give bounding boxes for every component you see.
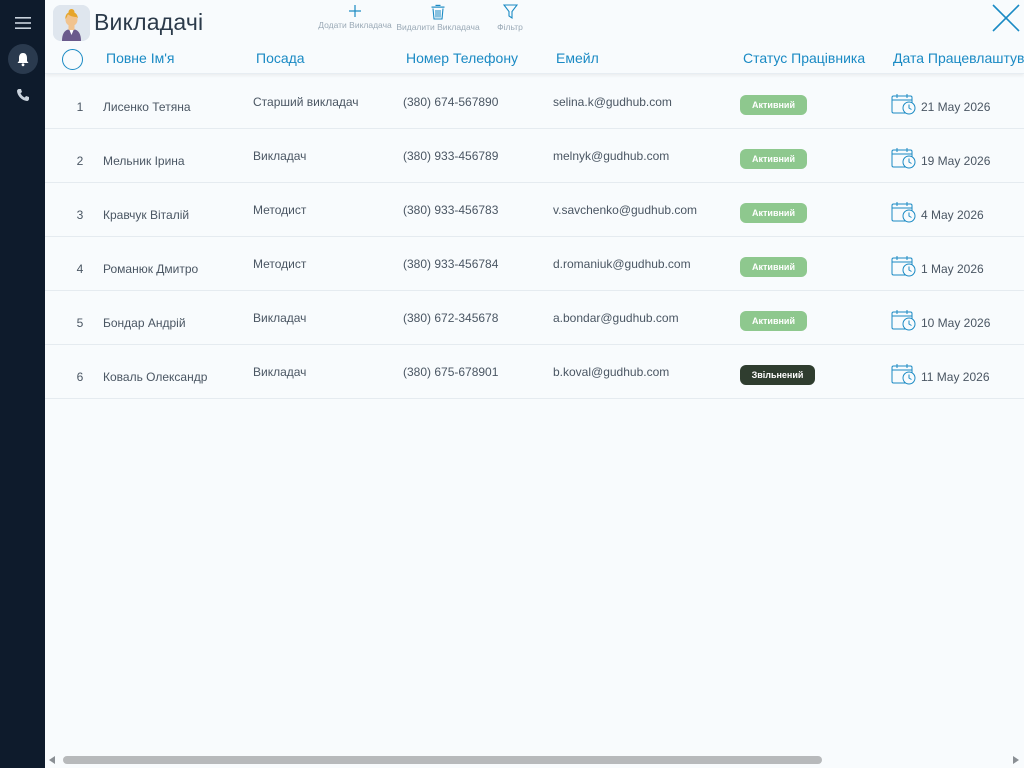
delete-teacher-button[interactable]: Видалити Викладача: [396, 4, 480, 32]
table-row[interactable]: 2 Мельник Ірина Викладач (380) 933-456789 me…: [45, 129, 1024, 183]
teacher-name[interactable]: Лисенко Тетяна: [103, 100, 191, 114]
row-number: 6: [76, 370, 84, 384]
row-number: 3: [76, 208, 84, 222]
teacher-position: Методист: [253, 257, 307, 271]
select-all-checkbox[interactable]: [62, 49, 83, 70]
teacher-position: Старший викладач: [253, 95, 359, 109]
table-row[interactable]: 4 Романюк Дмитро Методист (380) 933-456784 d…: [45, 237, 1024, 291]
hire-date: 19 May 2026: [921, 154, 991, 168]
column-header-position[interactable]: Посада: [256, 50, 305, 66]
sidebar: [0, 0, 45, 768]
teacher-email: melnyk@gudhub.com: [553, 149, 670, 163]
teacher-name[interactable]: Мельник Ірина: [103, 154, 185, 168]
add-teacher-button[interactable]: Додати Викладача: [316, 4, 394, 30]
teacher-avatar-icon: [53, 5, 90, 41]
main-content: Викладачі Додати Викладача Видалити Викл…: [45, 0, 1024, 768]
table-header: Повне Ім'я Посада Номер Телефону Емейл С…: [45, 44, 1024, 74]
calendar-icon: [891, 309, 917, 331]
teacher-name[interactable]: Коваль Олександр: [103, 370, 207, 384]
status-badge: Активний: [740, 311, 807, 331]
filter-icon: [502, 4, 518, 20]
phone-icon[interactable]: [8, 80, 38, 110]
teacher-phone: (380) 672-345678: [403, 311, 499, 325]
hire-date: 21 May 2026: [921, 100, 991, 114]
table-row[interactable]: 5 Бондар Андрій Викладач (380) 672-345678 a.…: [45, 291, 1024, 345]
horizontal-scrollbar[interactable]: [45, 752, 1024, 768]
teacher-position: Методист: [253, 203, 307, 217]
teacher-name[interactable]: Кравчук Віталій: [103, 208, 189, 222]
hire-date: 10 May 2026: [921, 316, 991, 330]
status-badge: Активний: [740, 257, 807, 277]
close-icon[interactable]: [991, 3, 1021, 33]
hire-date: 11 May 2026: [921, 370, 990, 384]
calendar-icon: [891, 147, 917, 169]
status-badge: Активний: [740, 203, 807, 223]
scrollbar-thumb[interactable]: [63, 756, 822, 764]
status-badge: Звільнений: [740, 365, 815, 385]
page-title: Викладачі: [94, 9, 204, 35]
hire-date: 1 May 2026: [921, 262, 984, 276]
column-header-email[interactable]: Емейл: [556, 50, 599, 66]
column-header-status[interactable]: Статус Працівника: [743, 50, 865, 66]
teacher-name[interactable]: Бондар Андрій: [103, 316, 186, 330]
trash-icon: [431, 4, 445, 20]
teacher-position: Викладач: [253, 149, 307, 163]
teacher-phone: (380) 675-678901: [403, 365, 499, 379]
teacher-name[interactable]: Романюк Дмитро: [103, 262, 198, 276]
scroll-right-icon[interactable]: [1013, 756, 1019, 764]
teacher-phone: (380) 674-567890: [403, 95, 499, 109]
menu-icon[interactable]: [8, 8, 38, 38]
teacher-phone: (380) 933-456784: [403, 257, 499, 271]
teacher-email: b.koval@gudhub.com: [553, 365, 670, 379]
teacher-phone: (380) 933-456789: [403, 149, 499, 163]
row-number: 1: [76, 100, 84, 114]
delete-teacher-label: Видалити Викладача: [396, 22, 480, 32]
row-number: 4: [76, 262, 84, 276]
status-badge: Активний: [740, 149, 807, 169]
filter-button[interactable]: Фільтр: [495, 4, 525, 32]
calendar-icon: [891, 363, 917, 385]
add-teacher-label: Додати Викладача: [318, 20, 392, 30]
plus-icon: [349, 5, 361, 17]
column-header-phone[interactable]: Номер Телефону: [406, 50, 518, 66]
bell-icon[interactable]: [8, 44, 38, 74]
teacher-position: Викладач: [253, 311, 307, 325]
row-number: 2: [76, 154, 84, 168]
scroll-left-icon[interactable]: [49, 756, 55, 764]
teacher-email: d.romaniuk@gudhub.com: [553, 257, 691, 271]
teacher-email: a.bondar@gudhub.com: [553, 311, 679, 325]
app-header: Викладачі Додати Викладача Видалити Викл…: [45, 0, 1024, 45]
table-row[interactable]: 3 Кравчук Віталій Методист (380) 933-456783…: [45, 183, 1024, 237]
table-row[interactable]: 6 Коваль Олександр Викладач (380) 675-67890…: [45, 345, 1024, 399]
calendar-icon: [891, 93, 917, 115]
table-row[interactable]: 1 Лисенко Тетяна Старший викладач (380) 674…: [45, 75, 1024, 129]
teacher-email: selina.k@gudhub.com: [553, 95, 672, 109]
calendar-icon: [891, 255, 917, 277]
column-header-hire-date[interactable]: Дата Працевлаштування: [893, 50, 1024, 66]
calendar-icon: [891, 201, 917, 223]
teacher-phone: (380) 933-456783: [403, 203, 499, 217]
status-badge: Активний: [740, 95, 807, 115]
teacher-email: v.savchenko@gudhub.com: [553, 203, 698, 217]
column-header-name[interactable]: Повне Ім'я: [106, 50, 174, 66]
filter-label: Фільтр: [497, 22, 523, 32]
teacher-position: Викладач: [253, 365, 307, 379]
row-number: 5: [76, 316, 84, 330]
hire-date: 4 May 2026: [921, 208, 984, 222]
